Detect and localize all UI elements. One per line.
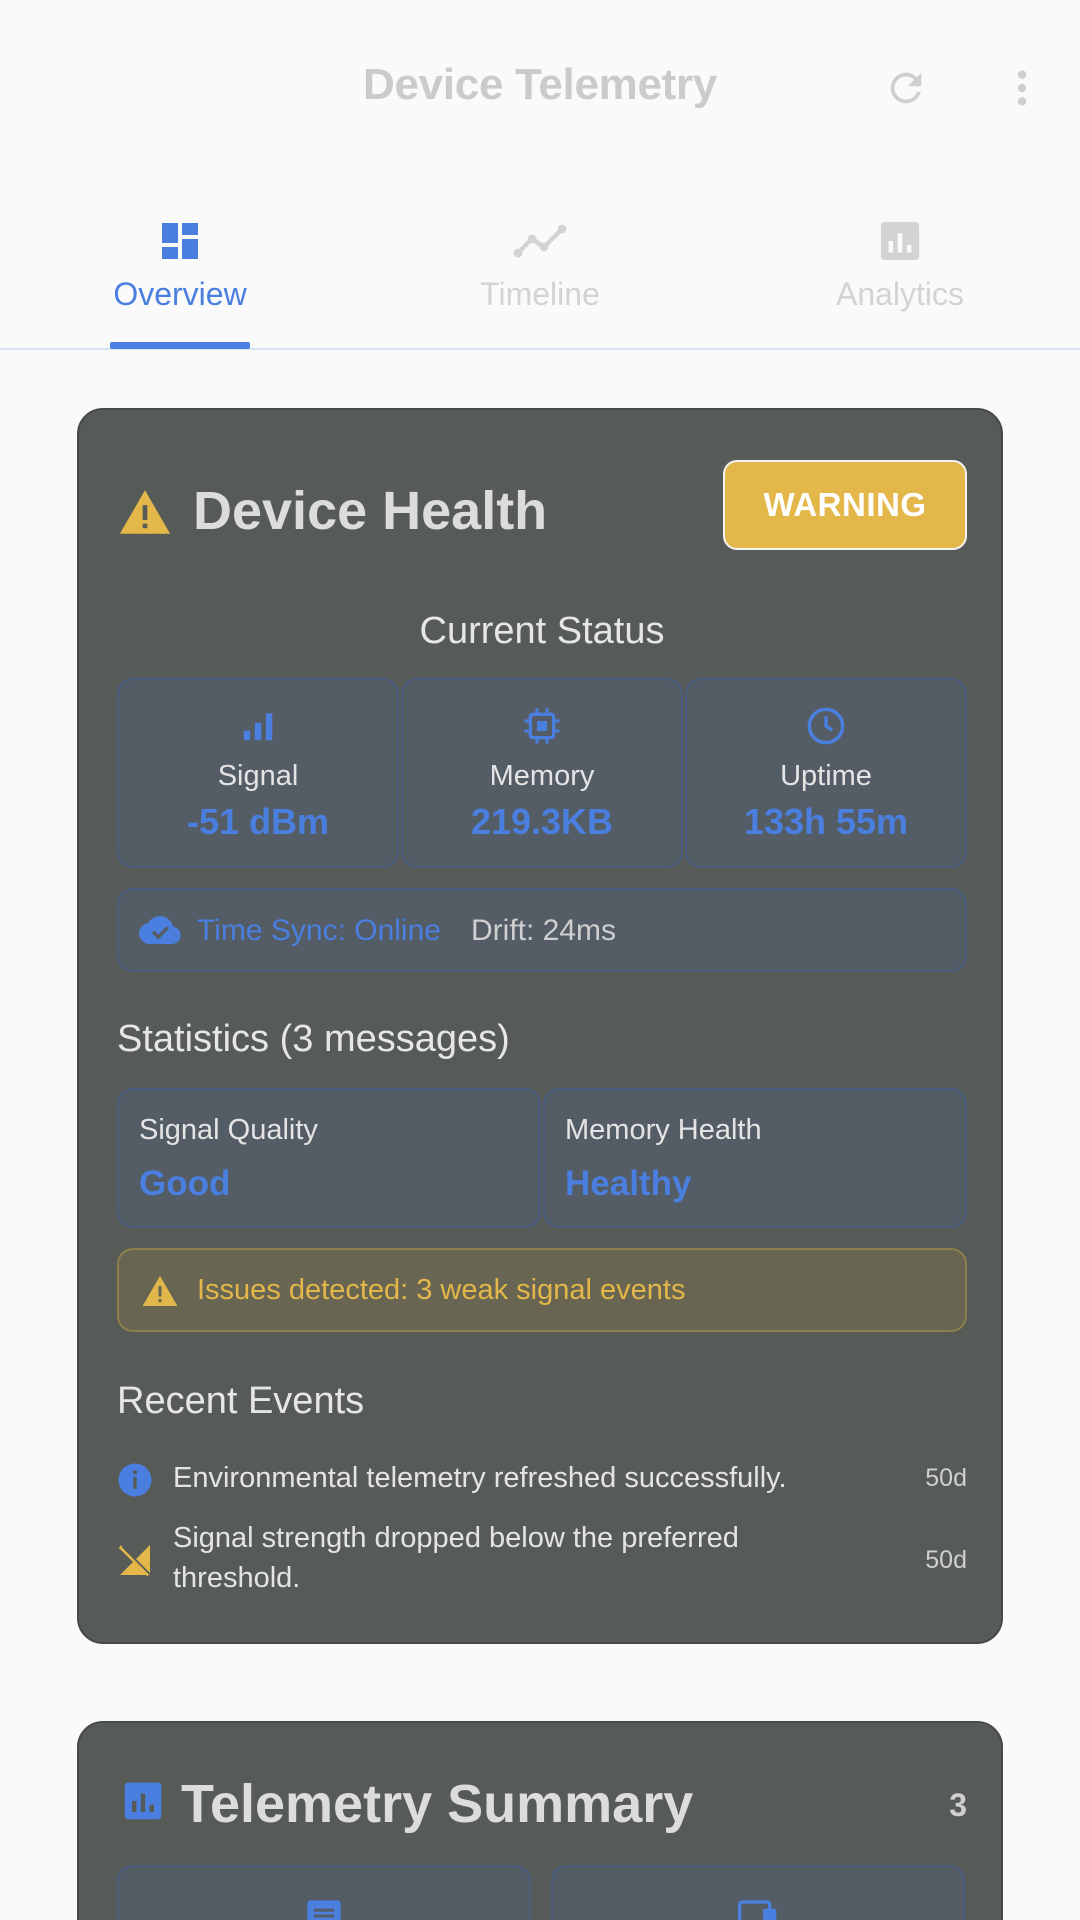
dashboard-icon	[162, 223, 198, 259]
device-health-card: Device Health WARNING Current Status Sig…	[77, 408, 1003, 1644]
info-icon	[118, 1463, 152, 1497]
metric-uptime: Uptime 133h 55m	[685, 678, 967, 868]
metric-label: Signal	[217, 760, 299, 792]
timeline-icon	[513, 224, 567, 258]
event-item: Environmental telemetry refreshed succes…	[117, 1458, 967, 1502]
more-options-button[interactable]	[994, 60, 1050, 116]
issues-alert: Issues detected: 3 weak signal events	[117, 1248, 967, 1332]
metric-signal: Signal -51 dBm	[117, 678, 399, 868]
metric-memory: Memory 219.3KB	[401, 678, 683, 868]
section-heading: Recent Events	[117, 1380, 365, 1422]
tab-analytics[interactable]: Analytics	[720, 200, 1080, 350]
clock-icon	[807, 707, 845, 745]
time-sync-drift: Drift: 24ms	[471, 914, 617, 947]
cloud-done-icon	[139, 916, 181, 944]
app-bar: Device Telemetry	[0, 0, 1080, 172]
stat-label: Signal Quality	[139, 1114, 318, 1146]
signal-bars-icon	[243, 713, 273, 741]
stat-signal-quality: Signal Quality Good	[117, 1088, 541, 1228]
active-tab-indicator	[110, 342, 250, 349]
warning-icon	[142, 1275, 178, 1307]
metric-value: -51 dBm	[186, 801, 330, 842]
stat-label: Memory Health	[565, 1114, 762, 1146]
memory-chip-icon	[524, 708, 560, 744]
telemetry-summary-card: Telemetry Summary 3	[77, 1721, 1003, 1920]
event-text: Signal strength dropped below the prefer…	[173, 1522, 739, 1594]
stat-value: Healthy	[565, 1164, 692, 1203]
tab-label: Timeline	[480, 276, 600, 312]
analytics-icon	[124, 1782, 162, 1820]
card-title: Device Health	[193, 481, 548, 541]
issues-text: Issues detected: 3 weak signal events	[197, 1274, 686, 1306]
warning-icon	[119, 490, 171, 534]
card-header: Telemetry Summary 3	[121, 1769, 967, 1839]
tab-bar: Overview Timeline Analytics	[0, 200, 1080, 350]
status-badge: WARNING	[723, 460, 967, 550]
metric-grid: Signal -51 dBm Memory 219.3KB Uptime 133…	[117, 678, 967, 868]
event-time: 50d	[925, 1546, 967, 1574]
stat-memory-health: Memory Health Healthy	[543, 1088, 967, 1228]
metric-label: Memory	[489, 760, 595, 792]
tab-label: Analytics	[835, 276, 965, 312]
section-heading: Statistics (3 messages)	[117, 1018, 510, 1060]
analytics-icon	[880, 221, 920, 261]
telemetry-screen: Device Telemetry Overview Timeline Analy…	[0, 0, 1080, 1920]
signal-off-icon	[118, 1545, 151, 1577]
summary-count: 3	[949, 1787, 967, 1823]
stat-value: Good	[139, 1164, 231, 1203]
time-sync-status: Time Sync: Online Drift: 24ms	[117, 888, 967, 972]
card-header: Device Health WARNING	[117, 460, 967, 556]
metric-label: Uptime	[780, 760, 872, 792]
event-text: Environmental telemetry refreshed succes…	[173, 1462, 787, 1494]
refresh-icon	[890, 72, 922, 104]
tab-label: Overview	[113, 276, 247, 312]
section-heading: Current Status	[419, 610, 665, 652]
more-vert-icon	[1017, 70, 1027, 106]
metric-value: 133h 55m	[743, 801, 909, 842]
card-title: Telemetry Summary	[181, 1774, 694, 1834]
time-sync-text: Time Sync: Online	[197, 914, 441, 947]
metric-value: 219.3KB	[470, 801, 614, 842]
refresh-button[interactable]	[878, 60, 934, 116]
tab-overview[interactable]: Overview	[0, 200, 360, 350]
summary-tile-devices	[551, 1865, 965, 1920]
event-time: 50d	[925, 1464, 967, 1492]
tab-timeline[interactable]: Timeline	[360, 200, 720, 350]
event-item: Signal strength dropped below the prefer…	[117, 1518, 967, 1602]
summary-tile-messages	[117, 1865, 531, 1920]
message-icon	[307, 1900, 341, 1920]
devices-icon	[738, 1900, 777, 1920]
